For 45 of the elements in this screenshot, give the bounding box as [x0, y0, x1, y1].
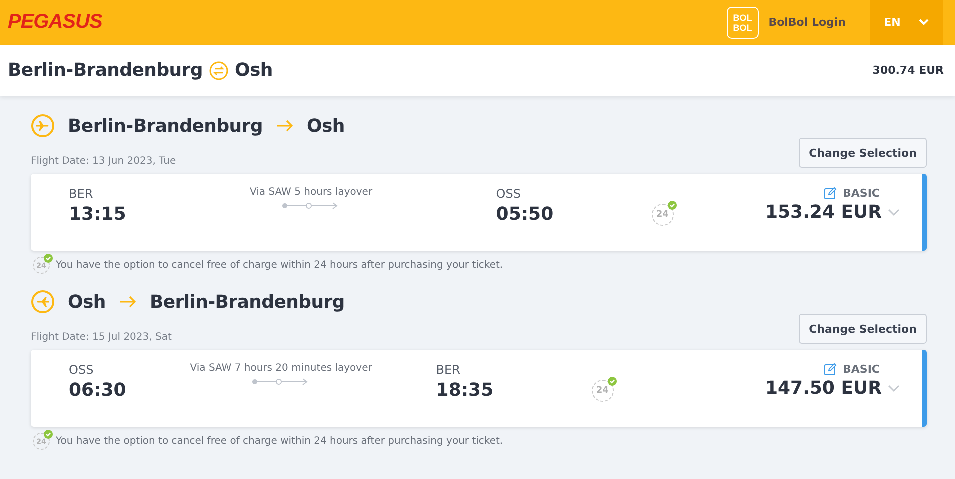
- chevron-down-icon: [918, 19, 929, 26]
- layover-text: Via SAW 7 hours 20 minutes layover: [190, 363, 372, 374]
- edit-icon: [824, 187, 837, 200]
- layover-text: Via SAW 5 hours layover: [250, 187, 373, 198]
- departure-code: BER: [69, 187, 94, 201]
- fare-name: BASIC: [843, 363, 880, 376]
- round-trip-icon: [208, 60, 229, 80]
- chevron-down-icon[interactable]: [888, 208, 900, 216]
- flight-destination: Berlin-Brandenburg: [150, 292, 345, 312]
- flight-card[interactable]: BER 13:15 Via SAW 5 hours layover OSS 05:50 24 BASIC 153.24 EUR: [31, 174, 927, 251]
- flight-date: Flight Date: 15 Jul 2023, Sat: [31, 332, 172, 343]
- fare-price: 153.24 EUR: [766, 202, 882, 223]
- login-link[interactable]: BolBol Login: [768, 16, 846, 29]
- departure-code: OSS: [69, 363, 95, 377]
- cancel-note: You have the option to cancel free of charge within 24 hours after purchasing your ticket.: [56, 436, 504, 447]
- chevron-down-icon[interactable]: [888, 384, 900, 392]
- arrival-code: OSS: [496, 187, 522, 201]
- bolbol-logo: BOL BOL: [726, 6, 759, 38]
- route-line-icon: [282, 202, 340, 210]
- departure-time: 06:30: [69, 380, 126, 401]
- route-destination: Osh: [234, 60, 273, 81]
- change-selection-button[interactable]: Change Selection: [799, 138, 927, 168]
- plane-icon: [31, 114, 55, 138]
- flight-card[interactable]: OSS 06:30 Via SAW 7 hours 20 minutes layover BER 18:35 24 BASIC 147.50 EUR: [31, 350, 927, 427]
- flight-origin: Berlin-Brandenburg: [68, 116, 263, 136]
- flight-date: Flight Date: 13 Jun 2023, Tue: [31, 156, 176, 167]
- departure-time: 13:15: [69, 204, 126, 225]
- flight-origin: Osh: [68, 292, 106, 312]
- fare-name: BASIC: [843, 187, 880, 200]
- fare-price: 147.50 EUR: [766, 378, 882, 399]
- arrow-icon: [276, 120, 294, 132]
- edit-icon: [824, 363, 837, 376]
- route-line-icon: [252, 378, 310, 386]
- route-origin: Berlin-Brandenburg: [8, 60, 203, 81]
- arrival-time: 18:35: [436, 380, 494, 401]
- cancel-note: You have the option to cancel free of charge within 24 hours after purchasing your ticket.: [56, 260, 504, 271]
- plane-icon: [31, 290, 55, 314]
- free-cancel-icon: 24: [652, 204, 674, 226]
- arrow-icon: [118, 296, 137, 308]
- free-cancel-icon: 24: [592, 380, 614, 402]
- arrival-code: BER: [436, 363, 462, 377]
- total-price: 300.74 EUR: [872, 64, 944, 77]
- change-selection-button[interactable]: Change Selection: [799, 314, 927, 344]
- arrival-time: 05:50: [496, 204, 554, 225]
- flight-destination: Osh: [306, 116, 345, 136]
